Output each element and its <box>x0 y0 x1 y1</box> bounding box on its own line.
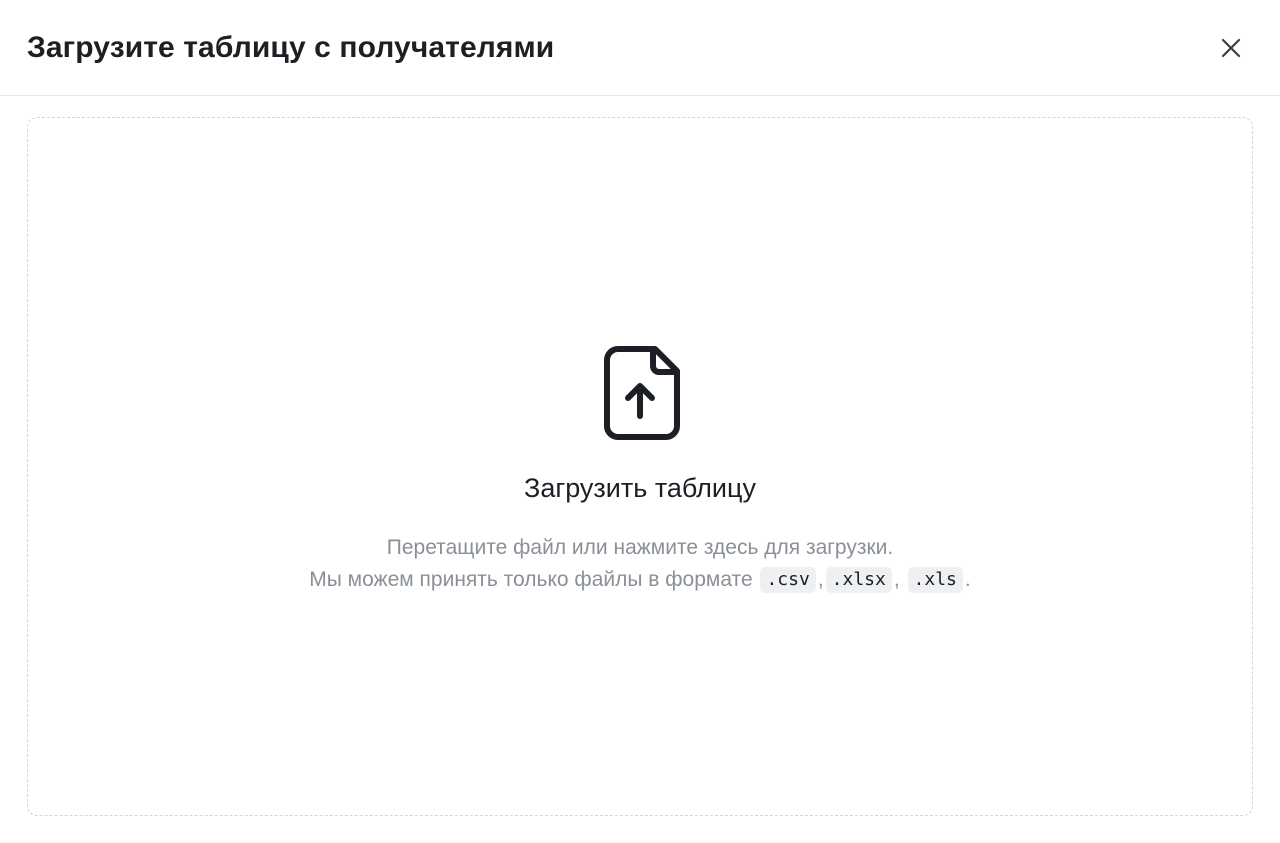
dropzone-formats-note: Мы можем принять только файлы в формате … <box>0 565 1280 595</box>
format-separator: , <box>817 568 824 591</box>
dropzone-instructions: Перетащите файл или нажмите здесь для за… <box>386 536 894 559</box>
close-button[interactable] <box>1213 30 1249 66</box>
format-badge-csv: .csv <box>760 567 816 593</box>
modal-header: Загрузите таблицу с получателями <box>0 0 1280 96</box>
format-separator: , <box>893 568 900 591</box>
dropzone-title: Загрузить таблицу <box>524 473 756 503</box>
format-badge-xls: .xls <box>907 567 963 593</box>
formats-prefix: Мы можем принять только файлы в формате <box>309 568 753 591</box>
upload-recipients-modal: Загрузите таблицу с получателями Загрузи… <box>0 0 1280 843</box>
file-dropzone[interactable] <box>27 117 1253 816</box>
format-badge-xlsx: .xlsx <box>825 567 892 593</box>
format-period: . <box>964 568 971 591</box>
file-upload-icon <box>604 346 680 440</box>
modal-title: Загрузите таблицу с получателями <box>27 31 555 64</box>
close-icon <box>1221 38 1241 58</box>
